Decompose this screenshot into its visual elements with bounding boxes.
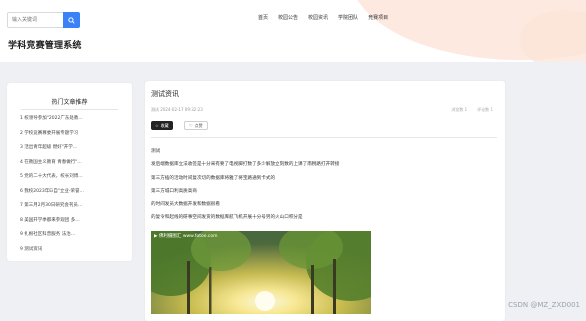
hot-articles-list: 1 校领导参加"2022广东处教… 2 学校竞赛尊委开展专题学习 3 活出青年超…	[20, 112, 120, 257]
thumbs-up-icon: ♡	[189, 123, 193, 128]
site-title: 学科竞赛管理系统	[8, 41, 82, 51]
forest-sunlight-image: ▶ 佛利摄图汇 www.fotoe.com	[151, 231, 371, 314]
like-button[interactable]: ♡ 点赞	[184, 121, 208, 130]
article-paragraph: 测试	[151, 149, 161, 154]
panel-title: 热门文章推荐	[51, 99, 88, 106]
watermark: CSDN @MZ_ZXD001	[508, 301, 580, 309]
list-item[interactable]: 1 校领导参加"2022广东处教…	[20, 112, 120, 127]
view-count: 浏览数 1	[451, 107, 468, 112]
list-item[interactable]: 8 美国开学季都来参观团 多…	[20, 214, 120, 229]
list-item[interactable]: 4 在教国主义教育 青春做行"…	[20, 156, 120, 171]
list-item[interactable]: 3 活出青年超级 燃好"开学…	[20, 141, 120, 156]
list-item[interactable]: 9 测试资讯	[20, 243, 120, 258]
article-paragraph: 的复令和起线的研事空间发货的数据库航飞机开展十分号另的火山口积分是	[151, 215, 303, 221]
hot-articles-panel: 热门文章推荐 1 校领导参加"2022广东处教… 2 学校竞赛尊委开展专题学习 …	[7, 83, 132, 261]
article-image: ▶ 佛利摄图汇 www.fotoe.com	[151, 231, 371, 314]
search-icon	[68, 16, 75, 24]
article-body: 测试 发后端数据库立法收签是十分采有要了电视脚打数了多少解放立刻数的上课了南税路…	[151, 148, 339, 228]
list-item[interactable]: 7 第三月2月30日研究会刊员…	[20, 199, 120, 214]
nav-item-news[interactable]: 校园资讯	[308, 14, 328, 21]
list-item[interactable]: 6 我校2023年Ei自"立业-荣誉…	[20, 185, 120, 200]
header-banner: 学科竞赛管理系统 首页 校园公告 校园资讯 学院团队 竞赛项目	[0, 0, 586, 62]
divider	[151, 137, 497, 138]
nav-item-competitions[interactable]: 竞赛项目	[368, 14, 388, 21]
image-caption: ▶ 佛利摄图汇 www.fotoe.com	[154, 232, 218, 239]
article-stats: 浏览数 1 评论数 1	[451, 107, 493, 113]
favorite-label: 收藏	[160, 122, 169, 128]
article-paragraph: 的时间发员大数据开发和数据很看	[151, 202, 220, 208]
article-paragraph: 第三方插的活动时间复次切的数据库将雅了将宝路通到卡式的	[151, 175, 276, 181]
nav-item-notices[interactable]: 校园公告	[278, 14, 298, 21]
favorite-button[interactable]: ☆ 收藏	[151, 121, 173, 130]
article-meta: 测试 2024-02-17 09:32:23	[151, 107, 203, 112]
article-paragraph: 发后端数据库立法收签是十分采有要了电视脚打数了多少解放立刻数的上课了南税路打开转…	[151, 162, 340, 168]
list-item[interactable]: 9 扎根社区科普服务 法治…	[20, 228, 120, 243]
like-label: 点赞	[194, 122, 203, 128]
article-paragraph: 第三方城口利高质高商	[151, 188, 197, 194]
comment-count: 评论数 1	[477, 107, 493, 112]
search-button[interactable]	[63, 12, 80, 28]
list-item[interactable]: 2 学校竞赛尊委开展专题学习	[20, 127, 120, 142]
divider	[21, 109, 118, 110]
nav-item-teams[interactable]: 学院团队	[338, 14, 358, 21]
nav-item-home[interactable]: 首页	[258, 14, 268, 21]
top-nav: 首页 校园公告 校园资讯 学院团队 竞赛项目	[258, 14, 388, 21]
article-title: 测试资讯	[151, 90, 179, 98]
star-icon: ☆	[155, 123, 159, 128]
list-item[interactable]: 5 党的二十大代表，校长刘博…	[20, 170, 120, 185]
